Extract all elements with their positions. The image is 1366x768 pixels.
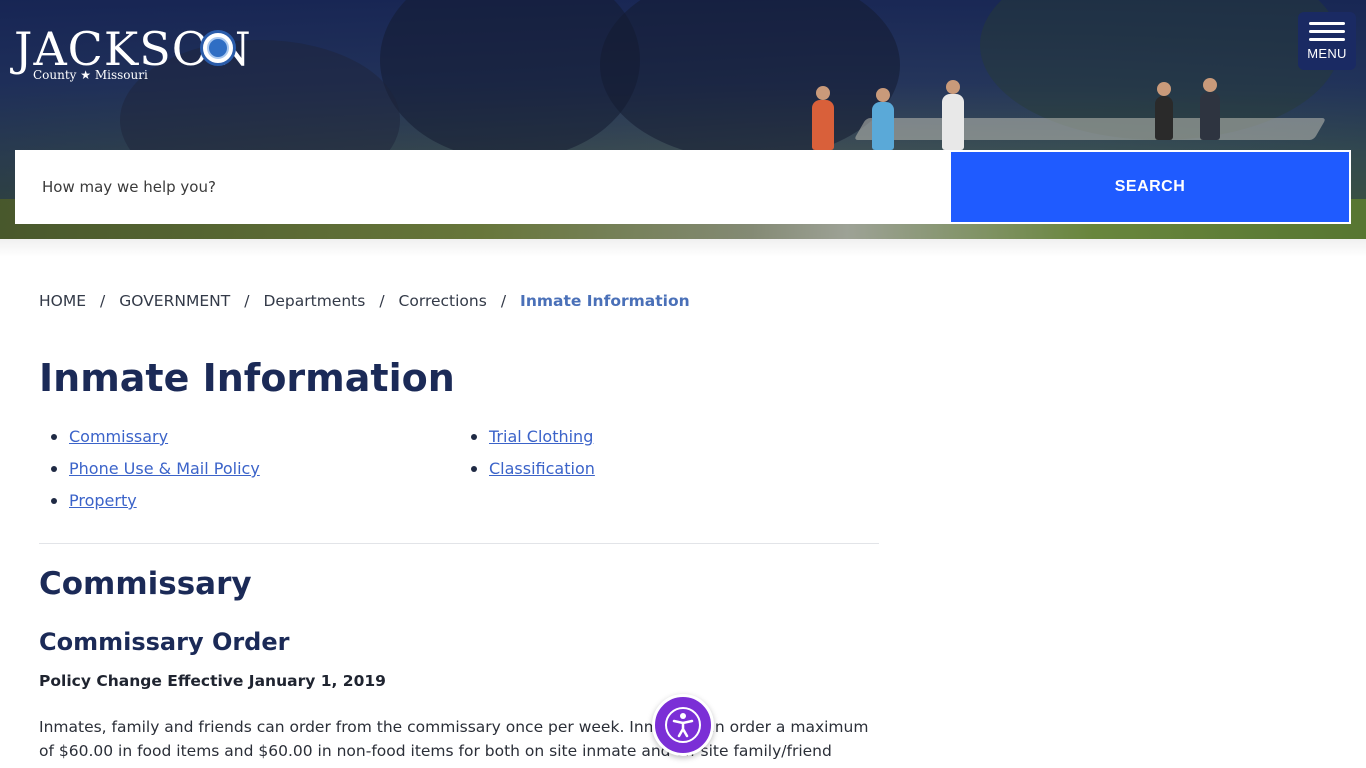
link-classification[interactable]: Classification: [489, 459, 595, 478]
logo-subtitle: County ★ Missouri: [33, 68, 148, 82]
link-property[interactable]: Property: [69, 491, 137, 510]
link-phone-mail-policy[interactable]: Phone Use & Mail Policy: [69, 459, 260, 478]
menu-label: MENU: [1307, 46, 1347, 61]
section-links: Commissary Phone Use & Mail Policy Prope…: [39, 425, 879, 521]
hero-person: [942, 80, 964, 150]
section-title-commissary: Commissary: [39, 566, 252, 602]
hero-person: [1155, 82, 1173, 140]
content-divider: [39, 543, 879, 544]
link-commissary[interactable]: Commissary: [69, 427, 168, 446]
hero-shadow: [0, 239, 1366, 257]
link-trial-clothing[interactable]: Trial Clothing: [489, 427, 593, 446]
search-bar: SEARCH: [15, 150, 1351, 224]
search-button[interactable]: SEARCH: [949, 150, 1351, 224]
policy-note: Policy Change Effective January 1, 2019: [39, 672, 386, 690]
subsection-title-commissary-order: Commissary Order: [39, 628, 290, 656]
breadcrumb-separator: /: [100, 292, 106, 310]
links-column-2: Trial Clothing Classification: [459, 425, 879, 521]
hero-path: [853, 118, 1327, 140]
site-logo[interactable]: JACKSON County ★ Missouri: [14, 24, 264, 84]
list-item: Phone Use & Mail Policy: [39, 457, 459, 489]
breadcrumb-government[interactable]: GOVERNMENT: [119, 292, 230, 310]
hero-person: [1200, 78, 1220, 140]
breadcrumb-separator: /: [244, 292, 250, 310]
hamburger-icon: [1309, 22, 1345, 41]
breadcrumb-departments[interactable]: Departments: [263, 292, 365, 310]
breadcrumb-home[interactable]: HOME: [39, 292, 86, 310]
breadcrumb-corrections[interactable]: Corrections: [399, 292, 487, 310]
page-title: Inmate Information: [39, 356, 455, 400]
county-seal-icon: [200, 30, 236, 66]
breadcrumb: HOME / GOVERNMENT / Departments / Correc…: [39, 292, 690, 310]
list-item: Commissary: [39, 425, 459, 457]
commissary-paragraph: Inmates, family and friends can order fr…: [39, 718, 869, 768]
list-item: Classification: [459, 457, 879, 489]
hero-person: [872, 88, 894, 150]
accessibility-button[interactable]: [652, 694, 714, 756]
list-item: Trial Clothing: [459, 425, 879, 457]
breadcrumb-separator: /: [500, 292, 507, 310]
links-column-1: Commissary Phone Use & Mail Policy Prope…: [39, 425, 459, 521]
breadcrumb-current: Inmate Information: [520, 292, 690, 310]
hero-person: [812, 86, 834, 150]
menu-button[interactable]: MENU: [1298, 12, 1356, 70]
hero-banner: JACKSON County ★ Missouri MENU SEARCH: [0, 0, 1366, 239]
search-input[interactable]: [15, 150, 949, 224]
breadcrumb-separator: /: [379, 292, 385, 310]
list-item: Property: [39, 489, 459, 521]
accessibility-icon: [665, 707, 701, 743]
